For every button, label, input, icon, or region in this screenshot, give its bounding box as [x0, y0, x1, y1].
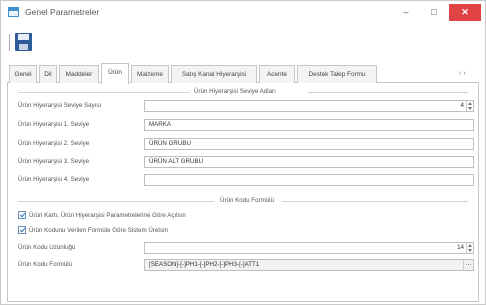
- level-2-label: Ürün Hiyerarşisi 2. Seviye: [18, 140, 90, 147]
- level-count-value: 4: [460, 102, 464, 109]
- auto-code-checkbox[interactable]: [18, 226, 26, 234]
- level-count-stepper[interactable]: 4: [144, 100, 474, 112]
- code-section-title: Ürün Kodu Formülü: [220, 197, 274, 204]
- title-bar[interactable]: Genel Parametreler – □ ✕: [1, 1, 485, 25]
- tab-malzeme[interactable]: Malzeme: [131, 65, 169, 83]
- tab-destek-talep-formu[interactable]: Destek Talep Formu: [297, 65, 377, 83]
- code-length-stepper[interactable]: 14: [144, 242, 474, 254]
- auto-card-label: Ürün Kartı, Ürün Hiyerarşisi Parametrele…: [29, 212, 186, 219]
- auto-card-checkbox[interactable]: [18, 211, 26, 219]
- code-length-label: Ürün Kodu Uzunluğu: [18, 244, 76, 251]
- spin-buttons[interactable]: [466, 243, 473, 253]
- level-2-field[interactable]: ÜRÜN GRUBU: [144, 138, 474, 150]
- spin-buttons[interactable]: [466, 101, 473, 111]
- tab-strip: Genel Dil Maddeler Ürün Malzeme Satış Ka…: [7, 63, 479, 84]
- hierarchy-section-title: Ürün Hiyerarşisi Seviye Adları: [194, 88, 276, 95]
- code-length-value: 14: [457, 244, 464, 251]
- tab-genel[interactable]: Genel: [9, 65, 37, 83]
- minimize-button[interactable]: –: [393, 4, 419, 21]
- tab-acente[interactable]: Acente: [259, 65, 295, 83]
- save-button[interactable]: [15, 33, 32, 51]
- code-formula-value: [SEASON]-[-]PH1-[-]PH2-[-]PH3-[-]ATT1: [149, 261, 260, 268]
- tab-dil[interactable]: Dil: [39, 65, 57, 83]
- level-1-label: Ürün Hiyerarşisi 1. Seviye: [18, 121, 90, 128]
- code-formula-field[interactable]: [SEASON]-[-]PH1-[-]PH2-[-]PH3-[-]ATT1 …: [144, 259, 474, 271]
- save-icon: [18, 34, 29, 40]
- urun-tab-panel: Ürün Hiyerarşisi Seviye Adları Ürün Hiye…: [7, 83, 479, 302]
- window-title: Genel Parametreler: [25, 7, 100, 17]
- level-3-field[interactable]: ÜRÜN ALT GRUBU: [144, 156, 474, 168]
- tab-urun[interactable]: Ürün: [101, 63, 129, 84]
- level-1-field[interactable]: MARKA: [144, 119, 474, 131]
- level-4-label: Ürün Hiyerarşisi 4. Seviye: [18, 176, 90, 183]
- tab-satis-kanal-hiyerarsisi[interactable]: Satış Kanal Hiyerarşisi: [171, 65, 257, 83]
- auto-code-label: Ürün Kodunu Verilen Formüle Göre Sistem …: [29, 227, 168, 234]
- maximize-button[interactable]: □: [421, 4, 447, 21]
- window-icon: [8, 7, 19, 17]
- toolbar-separator: [9, 34, 10, 51]
- level-count-label: Ürün Hiyerarşisi Seviye Sayısı: [18, 102, 102, 109]
- tab-maddeler[interactable]: Maddeler: [59, 65, 99, 83]
- close-button[interactable]: ✕: [449, 4, 481, 21]
- toolbar: [1, 27, 485, 57]
- level-4-field[interactable]: [144, 174, 474, 186]
- level-3-label: Ürün Hiyerarşisi 3. Seviye: [18, 158, 90, 165]
- formula-browse-button[interactable]: …: [463, 260, 473, 270]
- code-formula-label: Ürün Kodu Formülü: [18, 261, 72, 268]
- genel-parametreler-window: Genel Parametreler – □ ✕ Genel Dil Madde…: [0, 0, 486, 305]
- tab-scroll-arrows[interactable]: ‹ ›: [459, 65, 475, 83]
